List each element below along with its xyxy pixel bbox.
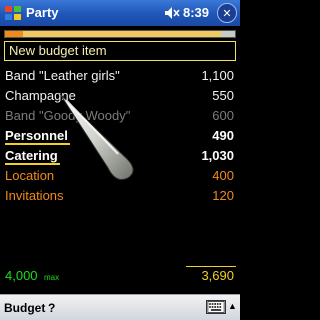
budget-item-row[interactable]: Band "Leather girls" 1,100	[0, 66, 240, 86]
budget-item-row[interactable]: Invitations 120	[0, 186, 240, 206]
menu-bar: Budget ? ▲	[0, 294, 240, 320]
input-panel-arrow[interactable]: ▲	[228, 301, 237, 311]
budget-item-label: Location	[5, 168, 55, 183]
budget-item-row[interactable]: Champagne 550	[0, 86, 240, 106]
budget-item-value: 400	[212, 168, 234, 183]
budget-item-label: Catering	[5, 146, 60, 166]
close-icon: ✕	[222, 7, 232, 20]
budget-item-value: 1,100	[201, 68, 234, 83]
max-budget-value: 4,000	[5, 268, 38, 283]
close-button[interactable]: ✕	[217, 3, 237, 23]
budget-item-row[interactable]: Personnel 490	[0, 126, 240, 146]
windows-flag-icon[interactable]	[4, 4, 22, 22]
title-bar: Party 8:39 ✕	[0, 0, 240, 26]
budget-item-row[interactable]: Band "Goody Woody" 600	[0, 106, 240, 126]
total-divider	[186, 266, 236, 267]
budget-bar-segment	[5, 31, 24, 37]
budget-item-label: Band "Goody Woody"	[5, 108, 131, 123]
budget-item-label: Invitations	[5, 188, 64, 203]
budget-item-value: 120	[212, 188, 234, 203]
budget-item-label: Personnel	[5, 126, 70, 146]
app-title: Party	[26, 5, 59, 20]
budget-menu[interactable]: Budget	[4, 301, 45, 315]
budget-item-value: 490	[212, 128, 234, 143]
budget-bar-segment	[23, 31, 222, 37]
budget-item-value: 1,030	[201, 148, 234, 163]
speaker-icon[interactable]	[164, 6, 180, 20]
new-budget-item-placeholder: New budget item	[9, 43, 107, 58]
budget-item-row[interactable]: Location 400	[0, 166, 240, 186]
total-value: 3,690	[201, 268, 234, 283]
keyboard-icon[interactable]	[206, 300, 226, 314]
budget-progress-bar	[4, 30, 236, 38]
help-menu[interactable]: ?	[48, 301, 55, 315]
max-budget-label: max	[44, 273, 60, 282]
budget-item-value: 600	[212, 108, 234, 123]
budget-item-label: Champagne	[5, 88, 76, 103]
budget-item-value: 550	[212, 88, 234, 103]
budget-item-label: Band "Leather girls"	[5, 68, 120, 83]
clock[interactable]: 8:39	[183, 5, 209, 20]
budget-bar-segment	[221, 31, 235, 37]
budget-item-row[interactable]: Catering 1,030	[0, 146, 240, 166]
new-budget-item-field[interactable]: New budget item	[4, 41, 236, 61]
